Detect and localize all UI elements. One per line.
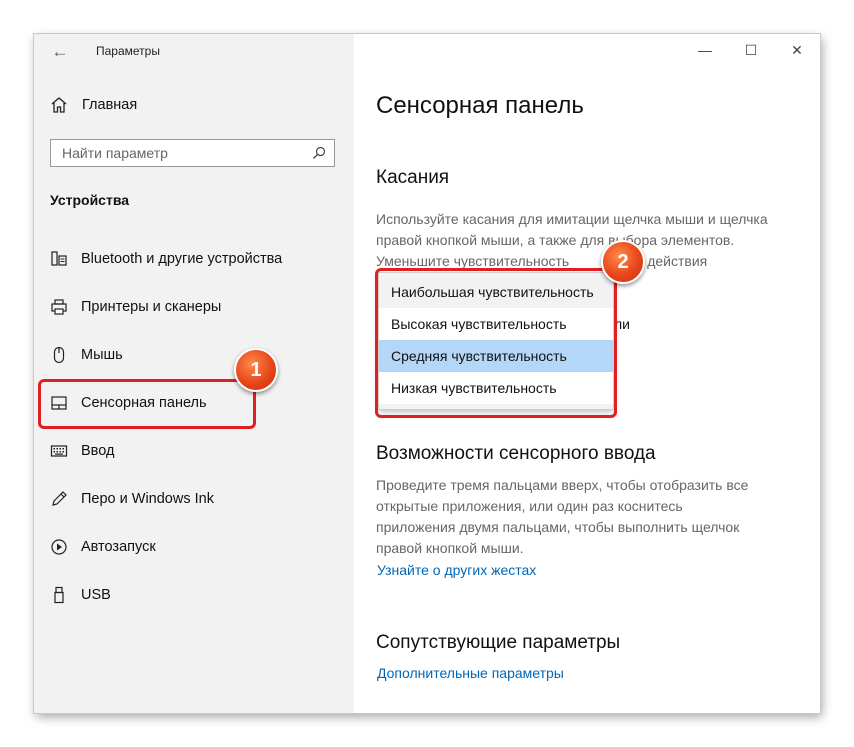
settings-window: ← Параметры Главная Устройства Bluetooth… <box>34 34 820 713</box>
sidebar-item-bluetooth[interactable]: Bluetooth и другие устройства <box>34 237 354 281</box>
touch-desc-line: приложения двумя пальцами, чтобы выполни… <box>376 519 740 535</box>
taps-desc-line: Используйте касания для имитации щелчка … <box>376 211 768 227</box>
taps-desc-start: Уменьшите чувствительность <box>376 253 570 269</box>
sidebar-item-label: Перо и Windows Ink <box>81 491 214 507</box>
bluetooth-devices-icon <box>50 250 68 268</box>
touch-input-description: Проведите тремя пальцами вверх, чтобы от… <box>376 475 796 559</box>
related-settings-heading: Сопутствующие параметры <box>376 632 621 653</box>
home-icon <box>51 97 67 113</box>
close-button[interactable]: ✕ <box>774 34 820 66</box>
sidebar-item-typing[interactable]: Ввод <box>34 429 354 473</box>
maximize-button[interactable]: ☐ <box>728 34 774 66</box>
sidebar-item-label: Принтеры и сканеры <box>81 299 222 315</box>
sidebar-item-label: Bluetooth и другие устройства <box>81 251 283 267</box>
touch-input-heading: Возможности сенсорного ввода <box>376 443 656 464</box>
additional-settings-link[interactable]: Дополнительные параметры <box>377 665 564 681</box>
home-label: Главная <box>82 97 138 113</box>
touch-desc-line: открытые приложения, или один раз коснит… <box>376 498 683 514</box>
search-box[interactable] <box>50 139 335 167</box>
sidebar-item-pen[interactable]: Перо и Windows Ink <box>34 477 354 521</box>
app-title: Параметры <box>96 44 160 58</box>
taps-desc-end: действия <box>647 253 708 269</box>
usb-icon <box>50 586 68 604</box>
touch-desc-line: Проведите тремя пальцами вверх, чтобы от… <box>376 477 749 493</box>
sidebar-item-label: USB <box>81 587 111 603</box>
search-icon[interactable] <box>311 145 327 161</box>
sidebar-item-printers[interactable]: Принтеры и сканеры <box>34 285 354 329</box>
page-title: Сенсорная панель <box>376 92 584 119</box>
mouse-icon <box>50 346 68 364</box>
keyboard-icon <box>50 442 68 460</box>
taps-heading: Касания <box>376 167 450 188</box>
sidebar-item-autoplay[interactable]: Автозапуск <box>34 525 354 569</box>
sidebar: ← Параметры Главная Устройства Bluetooth… <box>34 34 354 713</box>
content-pane: — ☐ ✕ Сенсорная панель Касания Используй… <box>354 34 820 713</box>
sidebar-item-mouse[interactable]: Мышь <box>34 333 354 377</box>
sidebar-item-usb[interactable]: USB <box>34 573 354 617</box>
printer-icon <box>50 298 68 316</box>
taps-description: Используйте касания для имитации щелчка … <box>376 209 796 272</box>
sidebar-item-label: Мышь <box>81 347 123 363</box>
gestures-link[interactable]: Узнайте о других жестах <box>377 562 536 578</box>
step-badge-1: 1 <box>234 348 278 392</box>
back-arrow-icon[interactable]: ← <box>48 40 72 64</box>
taps-desc-line: правой кнопкой мыши, а также для выбора … <box>376 232 735 248</box>
step-badge-2: 2 <box>601 240 645 284</box>
home-nav-item[interactable]: Главная <box>50 96 137 114</box>
minimize-button[interactable]: — <box>682 34 728 66</box>
autoplay-icon <box>50 538 68 556</box>
search-input[interactable] <box>51 140 302 165</box>
touch-desc-line: правой кнопкой мыши. <box>376 540 524 556</box>
highlight-box-dropdown <box>375 268 617 418</box>
sidebar-item-label: Автозапуск <box>81 539 156 555</box>
pen-icon <box>50 490 68 508</box>
sidebar-item-label: Ввод <box>81 443 115 459</box>
section-title: Устройства <box>50 192 130 208</box>
highlight-box-touchpad <box>38 379 256 429</box>
